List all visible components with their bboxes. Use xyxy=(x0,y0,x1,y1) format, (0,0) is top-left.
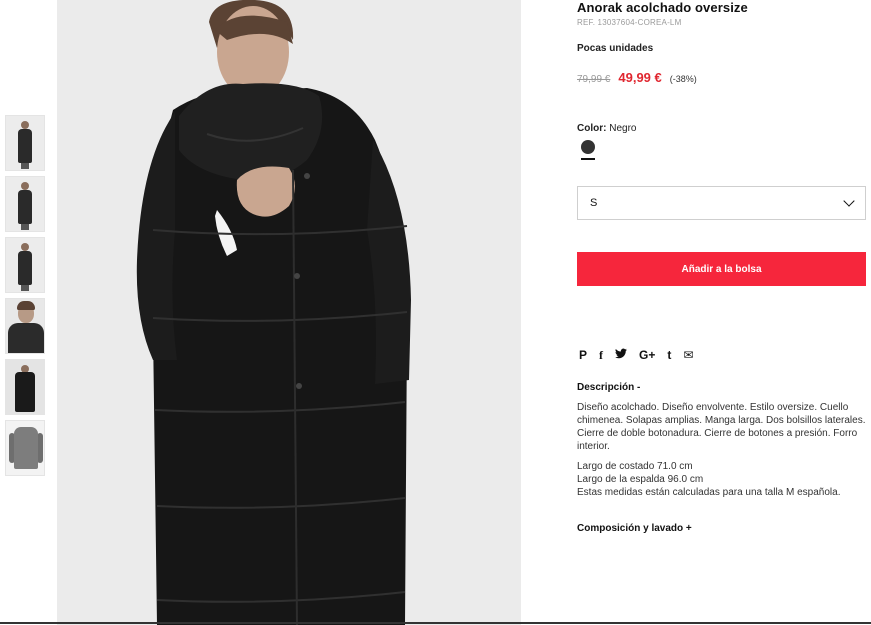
stock-status: Pocas unidades xyxy=(577,43,654,54)
twitter-icon[interactable] xyxy=(615,348,628,362)
measures-list: Largo de costado 71.0 cm Largo de la esp… xyxy=(577,460,867,499)
description-toggle[interactable]: Descripción - xyxy=(577,382,867,393)
measure-line: Largo de la espalda 96.0 cm xyxy=(577,474,704,485)
thumbnail-figure-coat xyxy=(18,190,32,224)
sale-price: 49,99 € xyxy=(618,70,662,85)
color-selector: Color: Negro xyxy=(577,123,867,160)
thumbnail-list xyxy=(5,115,45,481)
price-row: 79,99 € 49,99 € (-38%) xyxy=(577,70,867,85)
pinterest-icon[interactable]: P xyxy=(579,348,587,362)
model-illustration xyxy=(57,0,521,625)
product-info-panel: Anorak acolchado oversize REF. 13037604-… xyxy=(577,0,867,534)
thumbnail-figure-head xyxy=(21,243,29,251)
google-plus-icon[interactable]: G+ xyxy=(639,348,655,362)
thumbnail-figure-coat xyxy=(18,129,32,163)
thumbnail-4[interactable] xyxy=(5,298,45,354)
thumbnail-3[interactable] xyxy=(5,237,45,293)
share-bar: P f G+ t ✉ xyxy=(577,348,867,362)
product-title: Anorak acolchado oversize xyxy=(577,0,748,15)
thumbnail-figure-head xyxy=(21,121,29,129)
thumbnail-figure-coat xyxy=(15,372,35,412)
thumbnail-figure-legs xyxy=(21,163,29,169)
product-reference: REF. 13037604-COREA-LM xyxy=(577,18,682,27)
thumbnail-figure-coat xyxy=(18,251,32,285)
facebook-icon[interactable]: f xyxy=(599,348,603,362)
thumbnail-figure-legs xyxy=(21,224,29,230)
thumbnail-hair xyxy=(17,301,35,310)
thumbnail-flat-coat xyxy=(14,427,38,469)
thumbnail-5[interactable] xyxy=(5,359,45,415)
description-text: Diseño acolchado. Diseño envolvente. Est… xyxy=(577,402,866,452)
tumblr-icon[interactable]: t xyxy=(667,348,671,362)
thumbnail-6[interactable] xyxy=(5,420,45,476)
measure-line: Largo de costado 71.0 cm xyxy=(577,461,693,472)
chevron-down-icon xyxy=(843,195,855,207)
color-value: Negro xyxy=(609,123,637,134)
old-price: 79,99 € xyxy=(577,74,611,85)
thumbnail-2[interactable] xyxy=(5,176,45,232)
thumbnail-collar xyxy=(8,323,44,353)
color-swatch-negro[interactable] xyxy=(581,140,595,154)
selected-swatch-indicator xyxy=(581,158,595,160)
page-bottom-divider xyxy=(0,622,871,624)
email-icon[interactable]: ✉ xyxy=(683,348,693,362)
main-product-image[interactable] xyxy=(57,0,521,625)
thumbnail-1[interactable] xyxy=(5,115,45,171)
thumbnail-figure-head xyxy=(21,182,29,190)
composition-toggle[interactable]: Composición y lavado + xyxy=(577,523,867,534)
twitter-bird-glyph xyxy=(615,348,628,359)
color-label: Color: xyxy=(577,123,607,134)
size-selected-value: S xyxy=(590,197,598,209)
thumbnail-figure-legs xyxy=(21,285,29,291)
discount-badge: (-38%) xyxy=(669,74,697,84)
add-to-bag-button[interactable]: Añadir a la bolsa xyxy=(577,252,866,286)
measure-line: Estas medidas están calculadas para una … xyxy=(577,487,841,498)
size-select[interactable]: S xyxy=(577,186,866,220)
